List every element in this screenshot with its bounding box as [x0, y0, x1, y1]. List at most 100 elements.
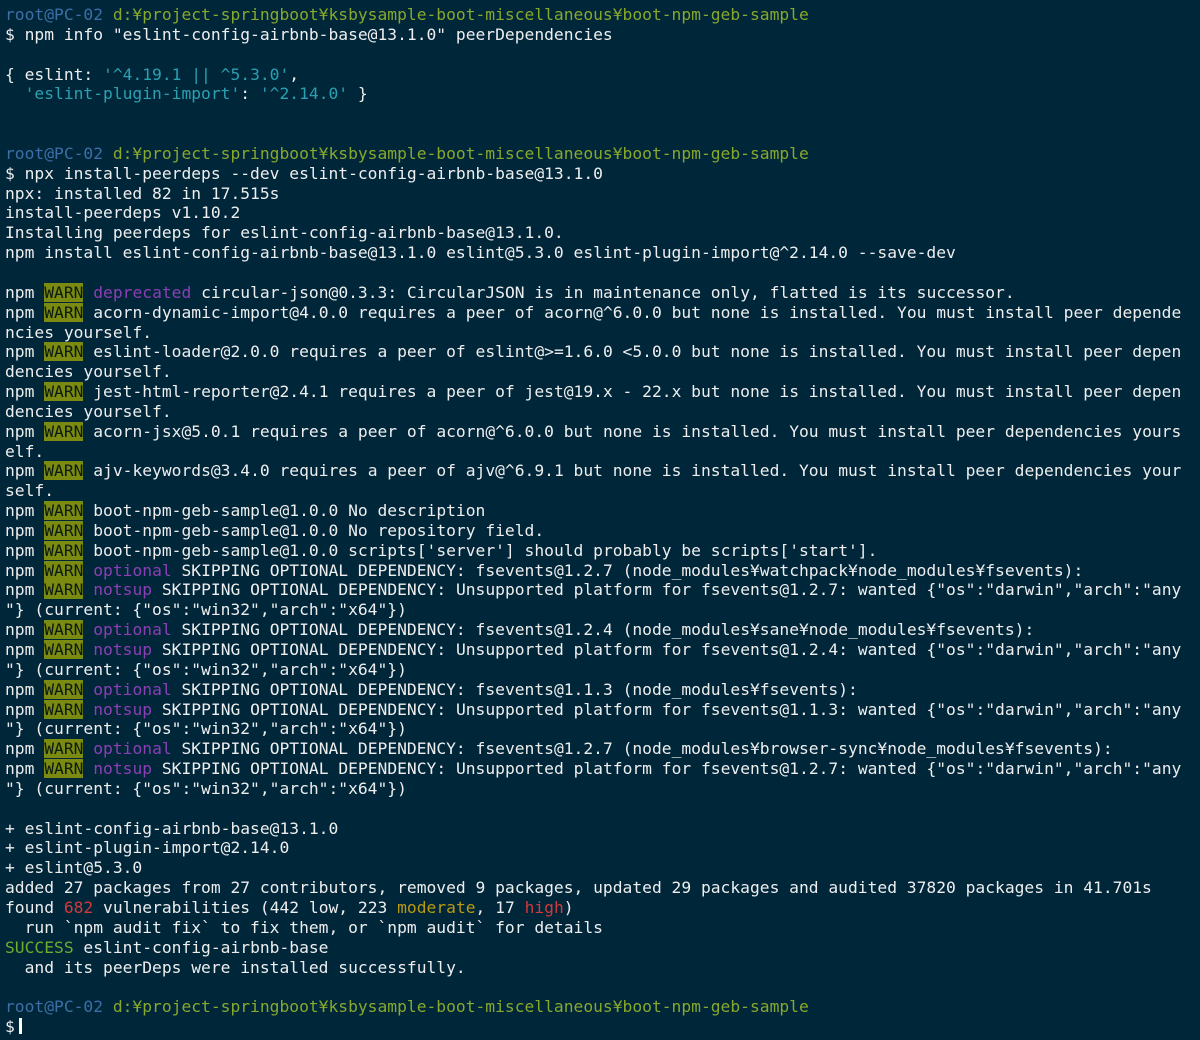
line-text: SKIPPING OPTIONAL DEPENDENCY: fsevents@1…	[171, 739, 1113, 759]
warn-badge: WARN	[44, 620, 84, 640]
prompt-path: d:¥project-springboot¥ksbysample-boot-mi…	[112, 997, 809, 1017]
terminal-line: + eslint-config-airbnb-base@13.1.0	[5, 819, 1200, 839]
line-text	[83, 700, 93, 719]
warn-badge: WARN	[44, 382, 84, 402]
warn-badge: WARN	[44, 759, 84, 779]
line-text: npm	[5, 520, 45, 540]
line-text: notsup	[93, 759, 153, 779]
terminal-line: dencies yourself.	[5, 362, 1200, 382]
line-text: npm	[5, 739, 45, 759]
terminal-line: elf.	[5, 442, 1200, 462]
line-text: dencies yourself.	[5, 401, 172, 421]
terminal-line: { eslint: '^4.19.1 || ^5.3.0',	[5, 65, 1200, 85]
line-text: eslint-config-airbnb-base	[73, 937, 329, 957]
terminal-line: npm WARN acorn-dynamic-import@4.0.0 requ…	[5, 302, 1200, 323]
line-text: 682	[63, 897, 94, 917]
line-text: :	[240, 84, 260, 104]
terminal-line: SUCCESS eslint-config-airbnb-base	[5, 938, 1200, 958]
terminal-line: npm WARN acorn-jsx@5.0.1 requires a peer…	[5, 421, 1200, 442]
line-text: eslint-loader@2.0.0 requires a peer of e…	[83, 342, 1182, 362]
warn-badge: WARN	[44, 560, 84, 580]
line-text: $	[5, 1017, 15, 1037]
line-text: SKIPPING OPTIONAL DEPENDENCY: fsevents@1…	[171, 620, 1035, 640]
line-text: npm	[5, 699, 45, 719]
line-text: npm	[5, 342, 45, 362]
line-text: ncies yourself.	[5, 322, 153, 342]
prompt-user: root@PC-02	[5, 997, 113, 1017]
line-text: and its peerDeps were installed successf…	[5, 957, 466, 977]
line-text: npm	[5, 580, 45, 600]
success-label: SUCCESS	[5, 937, 74, 957]
line-text: ,	[289, 64, 300, 84]
warn-badge: WARN	[44, 461, 84, 481]
line-text: moderate	[397, 897, 476, 917]
terminal-line: npm WARN deprecated circular-json@0.3.3:…	[5, 282, 1200, 303]
terminal-line: npm WARN notsup SKIPPING OPTIONAL DEPEND…	[5, 580, 1200, 600]
line-text: notsup	[93, 699, 153, 719]
line-text: Installing peerdeps for eslint-config-ai…	[5, 223, 564, 243]
line-text: npm	[5, 679, 45, 699]
line-text: elf.	[5, 441, 45, 461]
terminal-line: npm WARN boot-npm-geb-sample@1.0.0 scrip…	[5, 540, 1200, 561]
terminal-line: npm WARN eslint-loader@2.0.0 requires a …	[5, 342, 1200, 362]
terminal-line: found 682 vulnerabilities (442 low, 223 …	[5, 898, 1200, 918]
line-text	[83, 640, 93, 659]
line-text: '^4.19.1 || ^5.3.0'	[103, 64, 290, 84]
terminal-line: npm WARN optional SKIPPING OPTIONAL DEPE…	[5, 620, 1200, 640]
prompt-user: root@PC-02	[5, 5, 113, 24]
terminal-line: npx: installed 82 in 17.515s	[5, 184, 1200, 204]
line-text: npm	[5, 421, 45, 441]
line-text: SKIPPING OPTIONAL DEPENDENCY: fsevents@1…	[171, 679, 858, 699]
warn-badge: WARN	[44, 302, 84, 322]
terminal-line: self.	[5, 481, 1200, 501]
line-text: high	[524, 897, 564, 917]
line-text: npm	[5, 560, 45, 580]
warn-badge: WARN	[44, 739, 84, 759]
line-text: npm	[5, 620, 45, 640]
terminal-line: added 27 packages from 27 contributors, …	[5, 878, 1200, 898]
line-text: install-peerdeps v1.10.2	[5, 203, 241, 223]
line-text: $ npm info "eslint-config-airbnb-base@13…	[5, 24, 613, 44]
line-text: boot-npm-geb-sample@1.0.0 No repository …	[83, 520, 545, 540]
line-text: $ npx install-peerdeps --dev eslint-conf…	[5, 163, 603, 183]
line-text: "} (current: {"os":"win32","arch":"x64"}…	[5, 659, 407, 679]
warn-badge: WARN	[44, 520, 84, 540]
line-text	[83, 759, 93, 778]
terminal-output[interactable]: root@PC-02 d:¥project-springboot¥ksbysam…	[0, 0, 1200, 1040]
line-text: 'eslint-plugin-import'	[24, 84, 241, 104]
line-text: npx: installed 82 in 17.515s	[5, 183, 280, 203]
warn-badge: WARN	[44, 540, 84, 560]
line-text: "} (current: {"os":"win32","arch":"x64"}…	[5, 719, 407, 739]
terminal-line: npm WARN optional SKIPPING OPTIONAL DEPE…	[5, 739, 1200, 759]
warn-badge: WARN	[44, 640, 84, 659]
terminal-line: $ npm info "eslint-config-airbnb-base@13…	[5, 25, 1200, 45]
warn-badge: WARN	[44, 342, 84, 362]
line-text: npm	[5, 461, 45, 481]
line-text: npm	[5, 382, 45, 402]
terminal-line: npm WARN notsup SKIPPING OPTIONAL DEPEND…	[5, 699, 1200, 720]
line-text: notsup	[93, 580, 153, 600]
line-text: npm	[5, 501, 45, 521]
prompt-user: root@PC-02	[5, 143, 113, 163]
prompt-path: d:¥project-springboot¥ksbysample-boot-mi…	[112, 5, 809, 24]
warn-badge: WARN	[44, 679, 84, 699]
line-text: npm	[5, 282, 45, 302]
terminal-line: "} (current: {"os":"win32","arch":"x64"}…	[5, 600, 1200, 620]
line-text: acorn-jsx@5.0.1 requires a peer of acorn…	[83, 421, 1182, 441]
terminal-line: $	[5, 1017, 1200, 1037]
line-text: ajv-keywords@3.4.0 requires a peer of aj…	[83, 461, 1182, 481]
terminal-line: npm WARN ajv-keywords@3.4.0 requires a p…	[5, 461, 1200, 481]
line-text: "} (current: {"os":"win32","arch":"x64"}…	[5, 778, 407, 798]
terminal-line: npm WARN notsup SKIPPING OPTIONAL DEPEND…	[5, 759, 1200, 779]
line-text	[83, 561, 93, 580]
line-text: self.	[5, 481, 55, 501]
terminal-line: $ npx install-peerdeps --dev eslint-conf…	[5, 164, 1200, 184]
terminal-line: 'eslint-plugin-import': '^2.14.0' }	[5, 84, 1200, 104]
line-text: optional	[93, 560, 172, 580]
terminal-line: and its peerDeps were installed successf…	[5, 958, 1200, 978]
line-text: '^2.14.0'	[259, 84, 349, 104]
terminal-line: + eslint-plugin-import@2.14.0	[5, 838, 1200, 858]
